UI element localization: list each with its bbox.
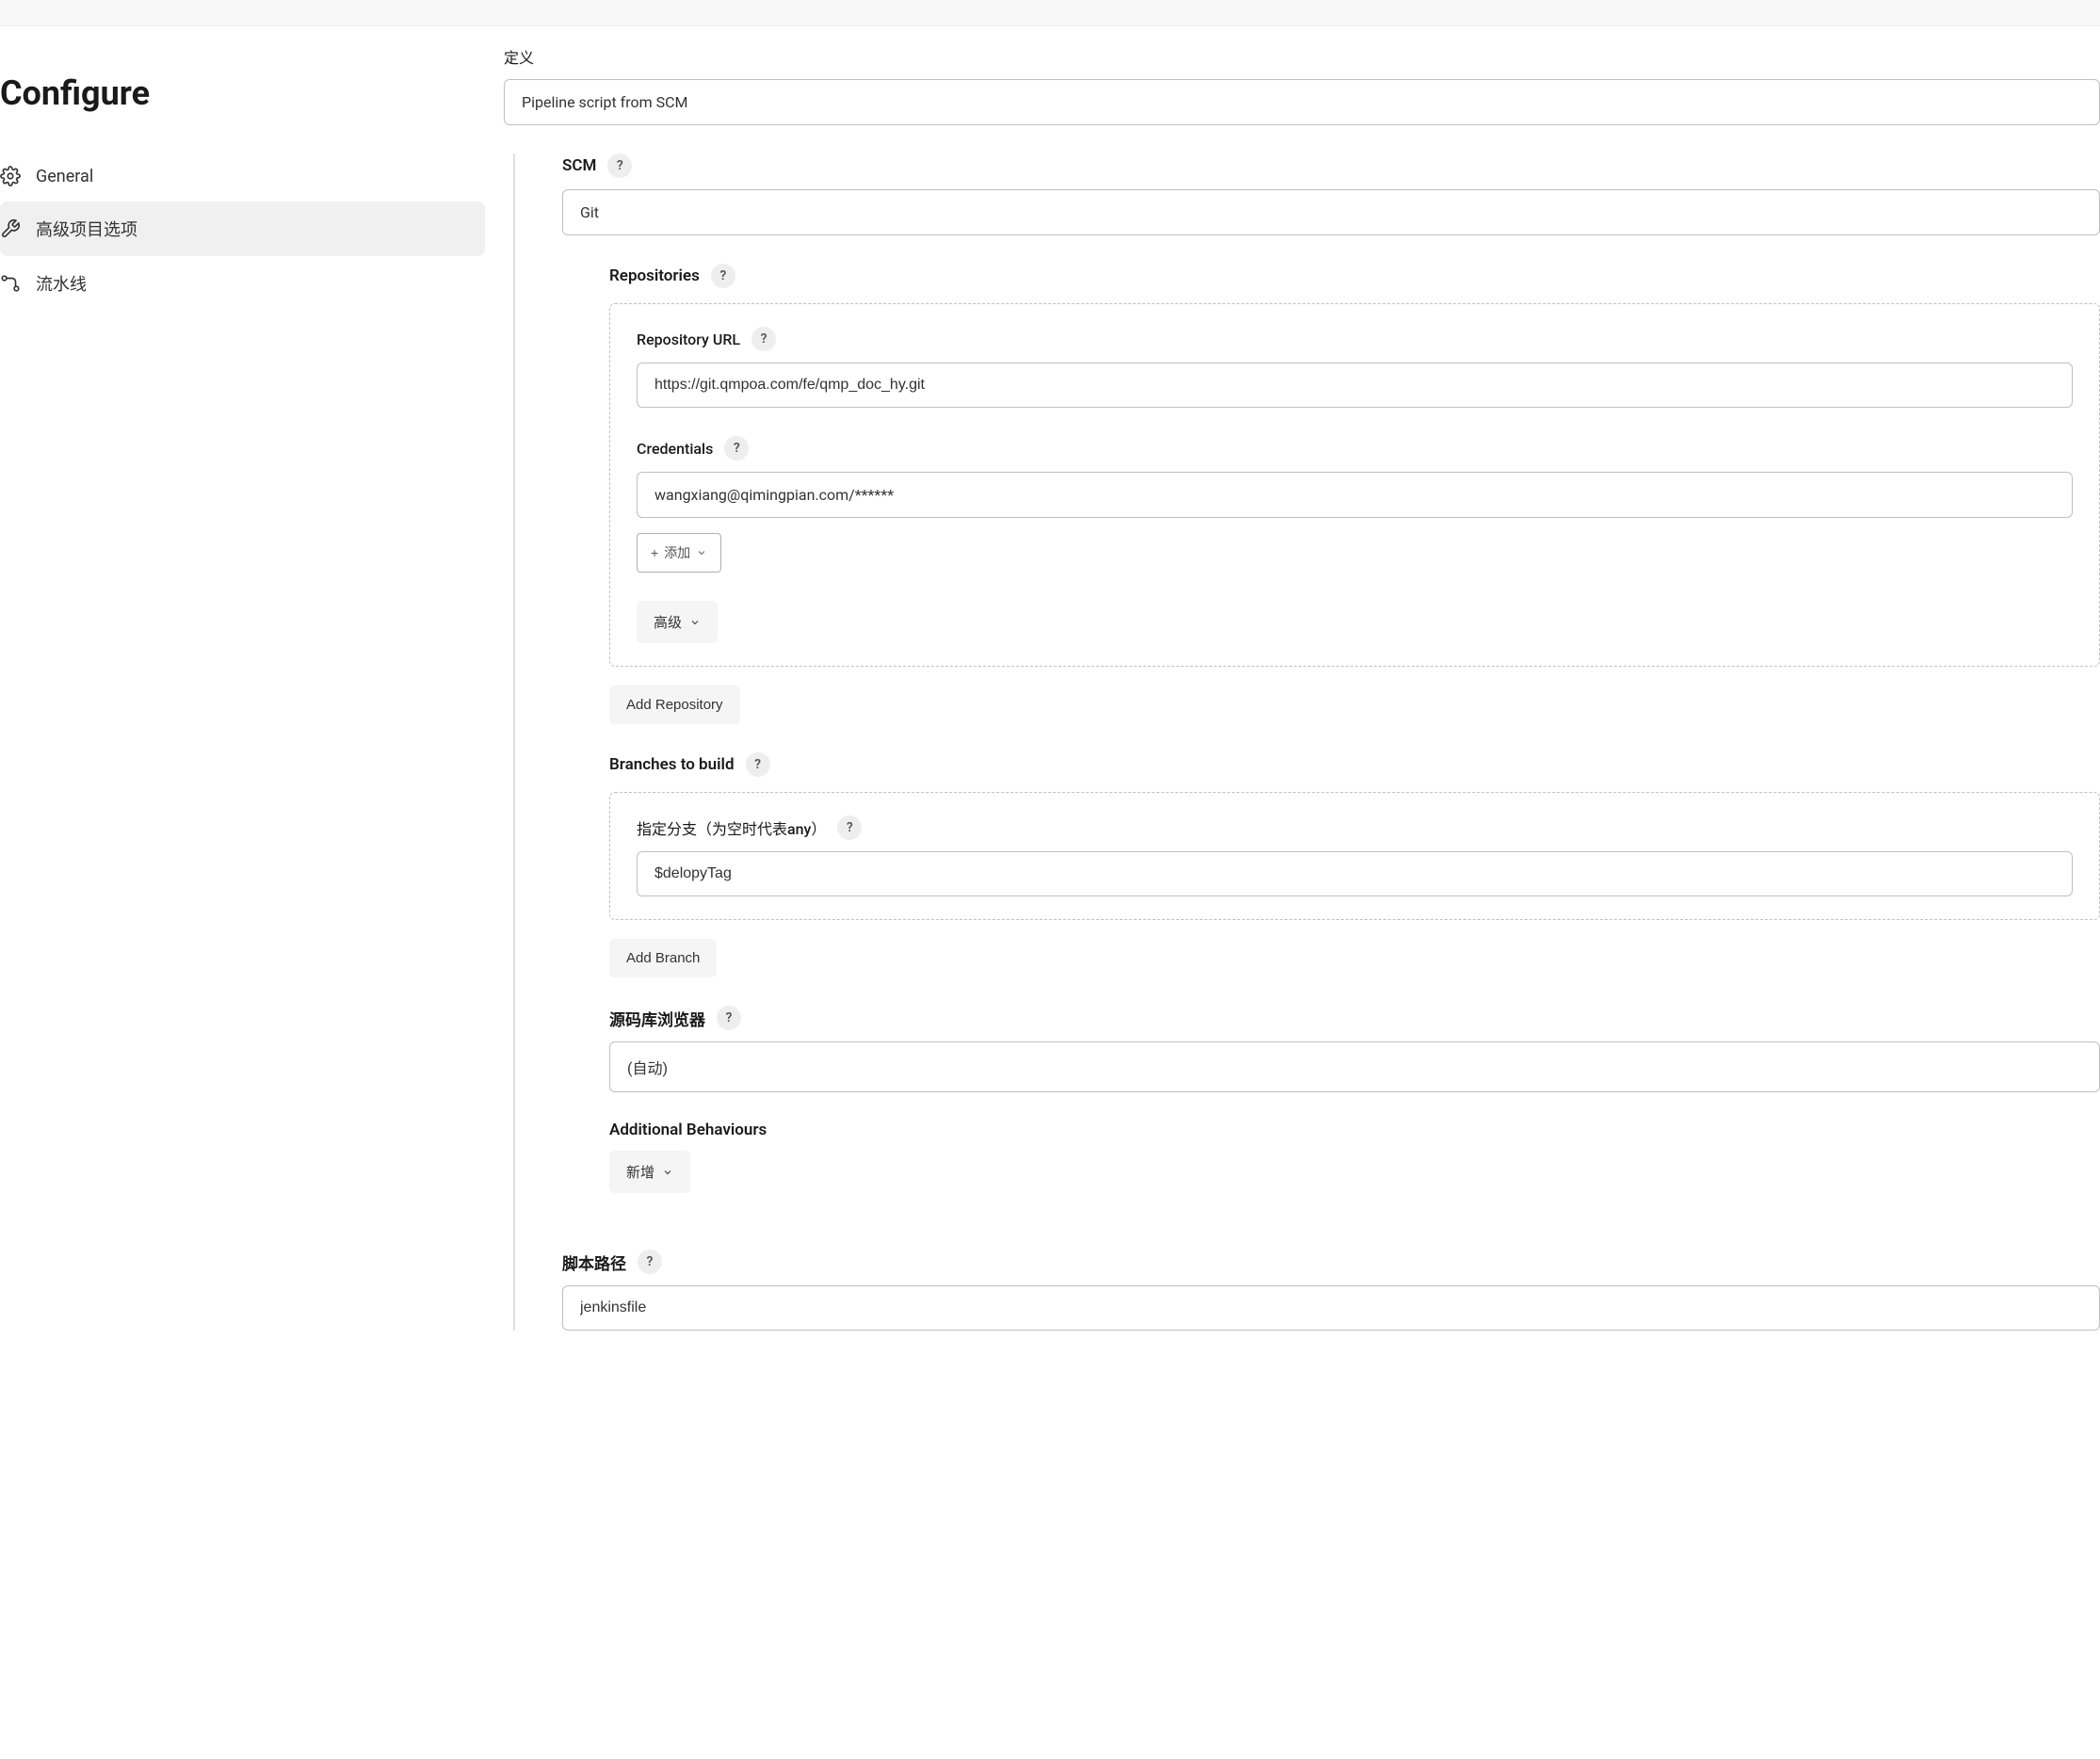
chevron-down-icon: [689, 617, 701, 628]
sidebar-item-general[interactable]: General: [0, 151, 485, 202]
definition-label: 定义: [504, 45, 2100, 68]
branches-box: 指定分支（为空时代表any） ?: [609, 792, 2100, 920]
sidebar-item-label: 流水线: [36, 271, 87, 296]
plus-icon: +: [651, 545, 658, 560]
sidebar-item-label: 高级项目选项: [36, 217, 137, 241]
top-bar: [0, 0, 2100, 26]
chevron-down-icon: [696, 547, 707, 558]
help-icon[interactable]: ?: [711, 264, 735, 288]
add-repository-button[interactable]: Add Repository: [609, 686, 740, 724]
advanced-label: 高级: [654, 612, 682, 632]
credentials-select[interactable]: wangxiang@qimingpian.com/******: [637, 472, 2073, 518]
definition-select[interactable]: Pipeline script from SCM: [504, 79, 2100, 125]
help-icon[interactable]: ?: [837, 815, 862, 840]
help-icon[interactable]: ?: [607, 153, 632, 178]
scm-select[interactable]: Git: [562, 189, 2100, 235]
gear-icon: [0, 166, 21, 186]
wrench-icon: [0, 218, 21, 239]
help-icon[interactable]: ?: [724, 436, 749, 460]
pipeline-icon: [0, 273, 21, 294]
add-branch-button[interactable]: Add Branch: [609, 939, 717, 977]
repo-url-input[interactable]: [637, 363, 2073, 408]
add-label: 添加: [664, 543, 690, 562]
add-branch-label: Add Branch: [626, 950, 700, 966]
script-path-input[interactable]: [562, 1285, 2100, 1331]
repositories-label: Repositories: [609, 266, 700, 285]
credentials-label: Credentials: [637, 440, 713, 458]
help-icon[interactable]: ?: [751, 327, 776, 351]
new-label: 新增: [626, 1162, 654, 1182]
repo-url-label: Repository URL: [637, 331, 740, 348]
script-path-label: 脚本路径: [562, 1251, 626, 1274]
sidebar-item-label: General: [36, 167, 93, 186]
page-title: Configure: [0, 26, 485, 151]
help-icon[interactable]: ?: [746, 752, 770, 777]
sidebar: Configure General 高级项目选项: [0, 26, 504, 1368]
branch-specifier-label: 指定分支（为空时代表any）: [637, 816, 826, 839]
sidebar-item-pipeline[interactable]: 流水线: [0, 256, 485, 311]
add-repo-label: Add Repository: [626, 697, 723, 713]
help-icon[interactable]: ?: [638, 1250, 662, 1274]
repository-box: Repository URL ? Credentials ? wangxiang…: [609, 303, 2100, 667]
repo-browser-label: 源码库浏览器: [609, 1007, 705, 1030]
scm-label: SCM: [562, 156, 596, 175]
branch-specifier-input[interactable]: [637, 851, 2073, 896]
advanced-button[interactable]: 高级: [637, 601, 718, 643]
sidebar-item-advanced[interactable]: 高级项目选项: [0, 202, 485, 256]
main-content: 定义 Pipeline script from SCM SCM ? Git Re…: [504, 26, 2100, 1368]
additional-behaviours-label: Additional Behaviours: [609, 1121, 2100, 1139]
add-credentials-button[interactable]: + 添加: [637, 533, 721, 573]
help-icon[interactable]: ?: [717, 1006, 741, 1030]
chevron-down-icon: [662, 1167, 673, 1178]
repo-browser-select[interactable]: (自动): [609, 1041, 2100, 1092]
branches-label: Branches to build: [609, 755, 735, 774]
new-behaviour-button[interactable]: 新增: [609, 1151, 690, 1193]
